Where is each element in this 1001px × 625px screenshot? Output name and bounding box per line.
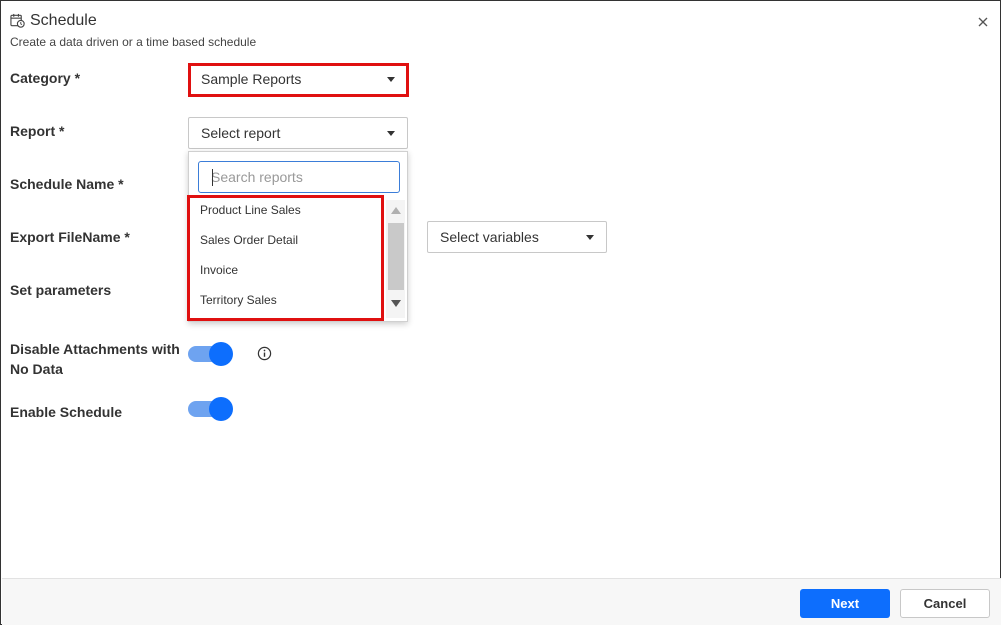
- close-icon[interactable]: [975, 14, 991, 30]
- dialog-subtitle: Create a data driven or a time based sch…: [10, 35, 257, 49]
- report-option[interactable]: Product Line Sales: [200, 203, 301, 217]
- report-dropdown-popup: Search reports Product Line Sales Sales …: [188, 151, 408, 322]
- enable-schedule-toggle[interactable]: [188, 396, 234, 422]
- toggle-knob: [209, 397, 233, 421]
- enable-schedule-label: Enable Schedule: [10, 404, 123, 420]
- disable-attachments-label: Disable Attachments with No Data: [10, 339, 180, 379]
- chevron-down-icon: [387, 131, 395, 136]
- disable-attachments-label-line1: Disable Attachments with: [10, 341, 180, 357]
- variables-dropdown[interactable]: Select variables: [427, 221, 607, 253]
- set-parameters-label: Set parameters: [10, 282, 112, 298]
- schedule-dialog: Schedule Create a data driven or a time …: [0, 0, 1001, 625]
- text-cursor: [212, 169, 213, 186]
- search-reports-input[interactable]: Search reports: [198, 161, 400, 193]
- next-button[interactable]: Next: [800, 589, 890, 618]
- scroll-up-arrow-icon[interactable]: [391, 207, 401, 214]
- info-icon[interactable]: [257, 346, 272, 361]
- calendar-clock-icon: [10, 13, 25, 28]
- chevron-down-icon: [586, 235, 594, 240]
- variables-value: Select variables: [440, 229, 539, 245]
- export-filename-label: Export FileName *: [10, 229, 130, 245]
- report-value: Select report: [201, 125, 281, 141]
- scrollbar-thumb[interactable]: [388, 223, 404, 290]
- dialog-title: Schedule: [30, 12, 97, 29]
- cancel-button[interactable]: Cancel: [900, 589, 990, 618]
- disable-attachments-toggle[interactable]: [188, 341, 234, 367]
- scroll-down-arrow-icon[interactable]: [391, 300, 401, 307]
- category-label: Category *: [10, 70, 81, 86]
- category-dropdown[interactable]: Sample Reports: [188, 63, 408, 95]
- search-placeholder: Search reports: [211, 169, 303, 185]
- report-label: Report *: [10, 123, 65, 139]
- chevron-down-icon: [387, 77, 395, 82]
- report-option[interactable]: Territory Sales: [200, 293, 277, 307]
- category-value: Sample Reports: [201, 71, 302, 87]
- report-option[interactable]: Invoice: [200, 263, 238, 277]
- report-dropdown[interactable]: Select report: [188, 117, 408, 149]
- toggle-knob: [209, 342, 233, 366]
- schedule-name-label: Schedule Name *: [10, 176, 124, 192]
- report-option[interactable]: Sales Order Detail: [200, 233, 298, 247]
- disable-attachments-label-line2: No Data: [10, 361, 63, 377]
